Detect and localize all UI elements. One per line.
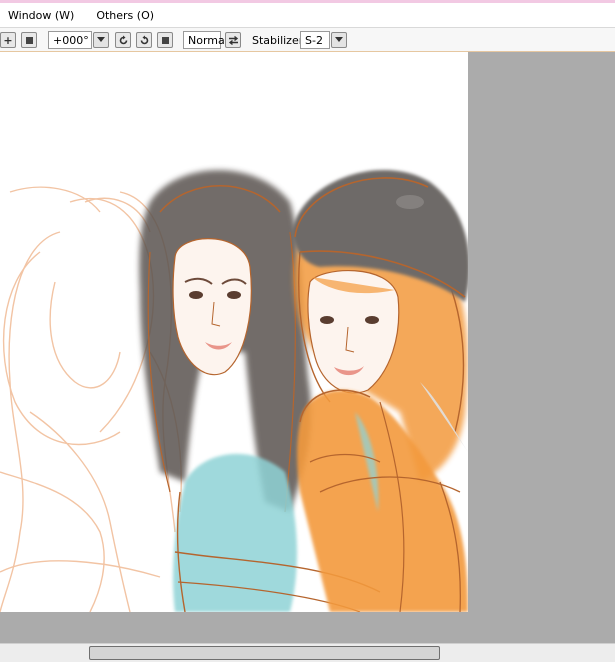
rotate-right-button[interactable] — [136, 32, 152, 48]
zoom-out-button[interactable] — [21, 32, 37, 48]
zoom-in-button[interactable]: + — [0, 32, 16, 48]
stabilizer-value: S-2 — [305, 33, 323, 47]
rotate-ccw-icon — [119, 35, 127, 44]
menu-bar: Window (W) Others (O) — [0, 3, 615, 27]
stabilizer-label: Stabilizer — [252, 34, 304, 47]
plus-icon: + — [3, 33, 13, 47]
view-toolbar: + +000° Normal Stabilizer S-2 — [0, 27, 615, 52]
chevron-down-icon — [335, 37, 343, 42]
canvas-workspace[interactable] — [0, 52, 615, 643]
menu-window[interactable]: Window (W) — [8, 9, 74, 22]
rotate-left-button[interactable] — [115, 32, 131, 48]
rotation-angle-value: +000° — [53, 33, 89, 47]
view-mode-field[interactable]: Normal — [183, 31, 228, 49]
menu-others[interactable]: Others (O) — [96, 9, 154, 22]
rotation-angle-dropdown[interactable] — [93, 32, 109, 48]
view-mode-value: Normal — [188, 33, 228, 47]
figure-left-face — [172, 238, 252, 376]
horizontal-scrollbar-thumb[interactable] — [89, 646, 440, 660]
drawing-canvas[interactable] — [0, 52, 468, 612]
stabilizer-dropdown[interactable] — [331, 32, 347, 48]
artwork-image — [0, 170, 468, 612]
flip-view-button[interactable] — [225, 32, 241, 48]
square-icon — [161, 36, 169, 44]
reset-rotation-button[interactable] — [157, 32, 173, 48]
stabilizer-field[interactable]: S-2 — [300, 31, 330, 49]
rotate-cw-icon — [140, 35, 148, 44]
rotation-angle-field[interactable]: +000° — [48, 31, 92, 49]
flip-arrows-icon — [228, 35, 238, 45]
chevron-down-icon — [97, 37, 105, 42]
square-icon — [25, 36, 33, 44]
horizontal-scrollbar[interactable] — [0, 643, 615, 662]
